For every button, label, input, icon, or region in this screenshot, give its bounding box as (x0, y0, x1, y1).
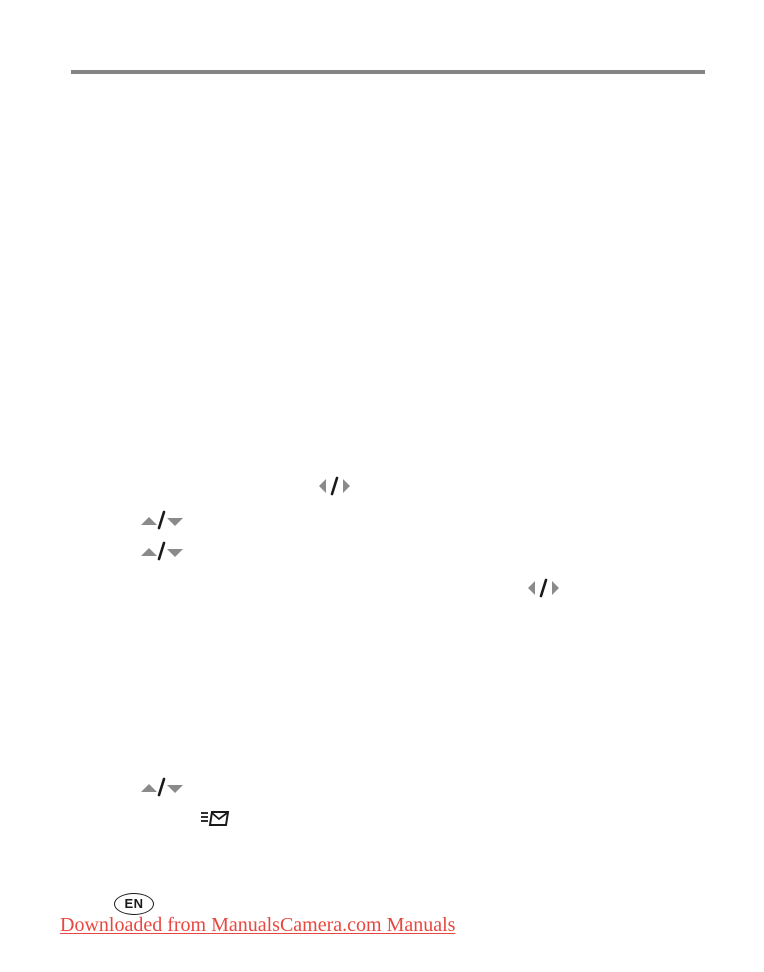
download-source-link[interactable]: Downloaded from ManualsCamera.com Manual… (60, 914, 455, 937)
left-right-arrows-icon (319, 476, 350, 496)
up-down-arrows-icon (141, 510, 183, 530)
up-down-arrows-icon (141, 541, 183, 561)
share-email-icon (201, 811, 230, 826)
header-rule (71, 70, 705, 74)
left-right-arrows-icon (528, 578, 559, 598)
language-badge: EN (114, 893, 154, 915)
up-down-arrows-icon (141, 777, 183, 797)
